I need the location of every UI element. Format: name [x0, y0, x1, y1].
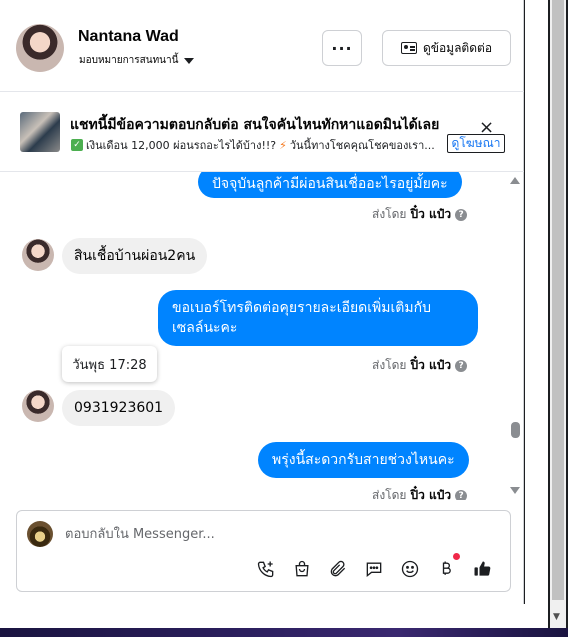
- ad-context-banner: แชทนี้มีข้อความตอบกลับต่อ สนใจคันไหนทักห…: [0, 92, 524, 172]
- baht-payment-icon[interactable]: [428, 553, 464, 581]
- window-scrollbar-thumb[interactable]: [552, 0, 564, 600]
- scroll-up-arrow-icon[interactable]: [510, 177, 520, 184]
- view-contact-label: ดูข้อมูลติดต่อ: [422, 40, 493, 55]
- composer-toolbar: [248, 553, 500, 581]
- assign-label: มอบหมายการสนทนานี้: [79, 55, 179, 66]
- thumbs-up-icon[interactable]: [464, 557, 500, 581]
- scroll-down-icon[interactable]: ▼: [553, 612, 560, 622]
- conversation-panel: Nantana Wad มอบหมายการสนทนานี้ ··· ดูข้อ…: [0, 0, 524, 604]
- ad-description-text-2: วันนี้ทางโชคคุณโชคของเรา...: [289, 139, 435, 152]
- notification-dot: [453, 553, 460, 560]
- reply-composer: [16, 510, 511, 592]
- assign-conversation-dropdown[interactable]: มอบหมายการสนทนานี้: [79, 53, 195, 68]
- close-icon[interactable]: ×: [479, 119, 494, 137]
- help-icon[interactable]: ?: [455, 359, 468, 372]
- sent-by-prefix: ส่งโดย: [372, 207, 407, 221]
- incoming-message[interactable]: สินเชื้อบ้านผ่อน2คน: [62, 238, 208, 274]
- reply-input[interactable]: [65, 524, 485, 544]
- caret-down-icon: [184, 57, 195, 64]
- sent-by-prefix: ส่งโดย: [372, 358, 407, 372]
- desktop-taskbar: [0, 628, 568, 637]
- check-icon: ✓: [71, 139, 83, 151]
- help-icon[interactable]: ?: [455, 208, 468, 221]
- outgoing-message[interactable]: พรุ่งนี้สะดวกรับสายช่วงไหนคะ: [258, 442, 469, 478]
- side-gutter: [525, 0, 548, 618]
- ad-thumbnail: [20, 112, 60, 152]
- contact-avatar-small[interactable]: [22, 239, 54, 271]
- outgoing-message[interactable]: ขอเบอร์โทรติดต่อคุยรายละเอียดเพิ่มเติมกั…: [158, 290, 478, 346]
- message-text-line: เซลล์นะคะ: [172, 320, 238, 336]
- contact-avatar[interactable]: [16, 24, 64, 72]
- lightning-icon: ⚡: [279, 138, 287, 152]
- contact-card-icon: [400, 42, 417, 54]
- ad-title: แชทนี้มีข้อความตอบกลับต่อ สนใจคันไหนทักห…: [70, 117, 440, 133]
- call-add-icon[interactable]: [248, 557, 284, 581]
- contact-avatar-small[interactable]: [22, 390, 54, 422]
- message-thread[interactable]: ปัจจุบันลูกค้ามีผ่อนสินเชื่ออะไรอยู่มั้ย…: [0, 172, 524, 500]
- conversation-header: Nantana Wad มอบหมายการสนทนานี้ ··· ดูข้อ…: [0, 0, 524, 92]
- window-scrollbar[interactable]: ▼: [548, 0, 568, 628]
- sender-name: ปิ๋ว แป๋ว: [410, 358, 452, 372]
- sender-name: ปิ๋ว แป๋ว: [410, 488, 452, 500]
- ad-description-text: เงินเดือน 12,000 ผ่อนรถอะไรได้บ้าง!!?: [86, 139, 277, 152]
- incoming-message[interactable]: 0931923601: [62, 390, 176, 426]
- more-options-button[interactable]: ···: [322, 30, 362, 66]
- scroll-down-arrow-icon[interactable]: [510, 487, 520, 494]
- sent-by-label: ส่งโดย ปิ๋ว แป๋ว ?: [372, 356, 468, 375]
- page-avatar: [27, 521, 53, 547]
- message-text-line: ขอเบอร์โทรติดต่อคุยรายละเอียดเพิ่มเติมกั…: [172, 300, 431, 316]
- view-contact-button[interactable]: ดูข้อมูลติดต่อ: [382, 30, 511, 66]
- attachment-icon[interactable]: [320, 557, 356, 581]
- ad-description: ✓ เงินเดือน 12,000 ผ่อนรถอะไรได้บ้าง!!? …: [71, 136, 447, 154]
- timestamp-tooltip: วันพุธ 17:28: [62, 346, 157, 382]
- view-ad-link[interactable]: ดูโฆษณา: [447, 134, 505, 153]
- outgoing-message[interactable]: ปัจจุบันลูกค้ามีผ่อนสินเชื่ออะไรอยู่มั้ย…: [198, 172, 462, 198]
- sender-name: ปิ๋ว แป๋ว: [410, 207, 452, 221]
- panel-bottom: [0, 604, 548, 628]
- emoji-icon[interactable]: [392, 557, 428, 581]
- sent-by-prefix: ส่งโดย: [372, 488, 407, 500]
- sent-by-label: ส่งโดย ปิ๋ว แป๋ว ?: [372, 486, 468, 500]
- thread-scrollbar-thumb[interactable]: [511, 422, 520, 438]
- contact-name[interactable]: Nantana Wad: [78, 28, 179, 46]
- sent-by-label: ส่งโดย ปิ๋ว แป๋ว ?: [372, 205, 468, 224]
- saved-replies-icon[interactable]: [356, 557, 392, 581]
- shopping-bag-icon[interactable]: [284, 557, 320, 581]
- help-icon[interactable]: ?: [455, 489, 468, 500]
